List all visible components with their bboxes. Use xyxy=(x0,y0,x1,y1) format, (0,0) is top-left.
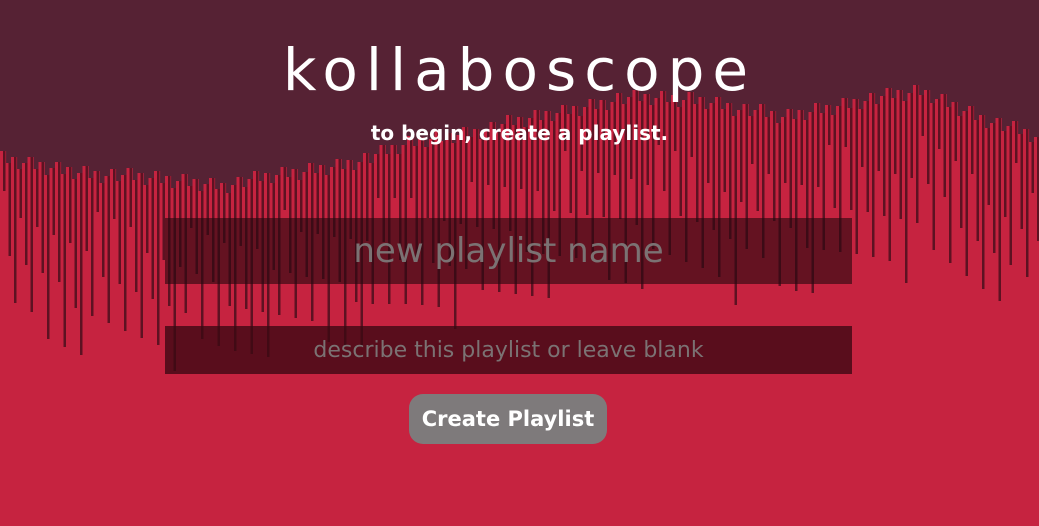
playlist-description-input[interactable] xyxy=(165,326,852,374)
app-root: kollaboscope to begin, create a playlist… xyxy=(0,0,1039,526)
app-title: kollaboscope xyxy=(282,36,757,104)
playlist-name-input[interactable] xyxy=(165,218,852,284)
page-content: kollaboscope to begin, create a playlist… xyxy=(0,0,1039,526)
subtitle: to begin, create a playlist. xyxy=(370,121,669,145)
create-playlist-button[interactable]: Create Playlist xyxy=(409,394,607,444)
